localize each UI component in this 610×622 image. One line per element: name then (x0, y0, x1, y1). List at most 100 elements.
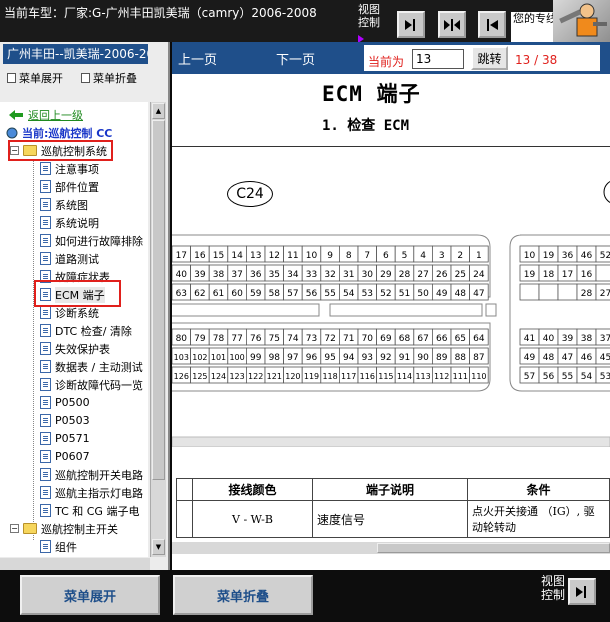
document-icon (40, 504, 51, 517)
pin-number: 40 (543, 334, 555, 344)
tree-item[interactable]: 部件位置 (40, 178, 99, 195)
scroll-up-icon[interactable]: ▲ (152, 103, 165, 119)
pin-number: 64 (473, 334, 485, 344)
tree-item-label: TC 和 CG 端子电 (55, 504, 140, 518)
tree-item[interactable]: 数据表 / 主动测试 (40, 358, 143, 375)
pin-number: 80 (176, 334, 188, 344)
table-cell: 速度信号 (312, 500, 468, 538)
pin-number: 30 (362, 270, 374, 280)
scroll-down-icon[interactable]: ▼ (152, 539, 165, 555)
table-header: 条件 (467, 478, 610, 501)
pin-number: 28 (581, 289, 593, 299)
tree-item[interactable]: 道路测试 (40, 250, 99, 267)
collapse-icon (81, 73, 90, 83)
menu-expand-button[interactable]: 菜单展开 (20, 575, 160, 615)
tree-item[interactable]: TC 和 CG 端子电 (40, 502, 139, 519)
pin-number: 35 (269, 270, 280, 280)
pin-number: 114 (397, 372, 412, 381)
tree-item-label: P0571 (55, 432, 90, 445)
document-horizontal-scrollbar[interactable] (172, 542, 610, 554)
pin-number: 101 (211, 353, 226, 362)
tree-item-label: 注意事项 (55, 162, 99, 176)
pin-number: 89 (436, 353, 448, 363)
tree-item[interactable]: P0503 (40, 412, 90, 429)
tree-item[interactable]: DTC 检查/ 清除 (40, 322, 132, 339)
pin-number: 53 (600, 372, 610, 382)
pin-cell (595, 264, 610, 282)
menu-collapse-button[interactable]: 菜单折叠 (173, 575, 313, 615)
menu-vertical-scrollbar[interactable]: ▲ ▼ (150, 102, 166, 557)
collapse-toggle-icon[interactable]: − (10, 524, 19, 533)
tip-text: 您的专线：00 (511, 12, 553, 42)
menu-panel: 广州丰田--凯美瑞-2006-20 菜单展开 菜单折叠 返回上一级 当前:巡航控… (0, 42, 170, 570)
pin-number: 16 (581, 270, 593, 280)
tree-item[interactable]: 系统说明 (40, 214, 99, 231)
pin-number: 76 (250, 334, 262, 344)
tree-item[interactable]: 系统图 (40, 196, 88, 213)
pin-number: 66 (436, 334, 448, 344)
menu-collapse-link[interactable]: 菜单折叠 (81, 70, 137, 86)
tree-item[interactable]: 失效保护表 (40, 340, 110, 357)
page-number-input[interactable] (412, 49, 464, 69)
tree-item[interactable]: 诊断故障代码一览 (40, 376, 143, 393)
tree-item[interactable]: 巡航主指示灯电路 (40, 484, 143, 501)
jump-button[interactable]: 跳转 (471, 46, 508, 70)
menu-expand-link[interactable]: 菜单展开 (7, 70, 63, 86)
view-control-label: 视图控制 (358, 3, 380, 29)
pin-number: 95 (324, 353, 335, 363)
pin-number: 48 (455, 289, 467, 299)
pin-number: 116 (360, 372, 375, 381)
pin-number: 63 (176, 289, 187, 299)
pin-number: 33 (306, 270, 317, 280)
pin-number: 4 (420, 251, 426, 261)
arrow-split-icon (444, 18, 460, 31)
pin-number: 57 (524, 372, 535, 382)
tree-item[interactable]: P0500 (40, 394, 90, 411)
next-page-link[interactable]: 下一页 (276, 49, 315, 68)
pin-number: 69 (380, 334, 392, 344)
arrow-right-bar-icon (576, 585, 586, 598)
document-icon (40, 360, 51, 373)
tree-item[interactable]: 巡航控制开关电路 (40, 466, 143, 483)
pin-number: 111 (453, 372, 468, 381)
menu-horizontal-scrollbar[interactable] (0, 558, 150, 570)
prev-page-link[interactable]: 上一页 (178, 49, 217, 68)
tree-folder-main-switch[interactable]: − 巡航控制主开关 (10, 520, 118, 537)
tree-item[interactable]: 如何进行故障排除 (40, 232, 143, 249)
pin-number: 61 (213, 289, 224, 299)
pin-number: 24 (473, 270, 485, 280)
menu-toolbar: 菜单展开 菜单折叠 (0, 70, 170, 88)
nav-right-button[interactable] (568, 578, 596, 605)
document-icon (40, 342, 51, 355)
pin-number: 124 (211, 372, 226, 381)
nav-split-button[interactable] (438, 11, 466, 38)
pin-number: 62 (194, 289, 205, 299)
nav-left-button[interactable] (478, 11, 506, 38)
pin-number: 17 (562, 270, 573, 280)
pin-number: 32 (324, 270, 335, 280)
pin-number: 121 (267, 372, 282, 381)
scroll-thumb[interactable] (377, 543, 610, 553)
tree-item-label: 巡航主指示灯电路 (55, 486, 143, 500)
document-icon (40, 450, 51, 463)
pin-number: 57 (287, 289, 298, 299)
table-cell: V - W-B (192, 500, 313, 538)
tree-item[interactable]: 注意事项 (40, 160, 99, 177)
pin-number: 78 (213, 334, 225, 344)
document-viewer: 上一页 下一页 当前为 跳转 13 / 38 ECM 端子 1. 检查 ECM … (172, 42, 610, 570)
pin-number: 90 (417, 353, 429, 363)
menu-collapse-label: 菜单折叠 (93, 72, 137, 85)
tree-item[interactable]: P0607 (40, 448, 90, 465)
tree-item[interactable]: P0571 (40, 430, 90, 447)
table-cell (176, 500, 193, 538)
tree-item[interactable]: 组件 (40, 538, 77, 555)
pin-number: 46 (581, 353, 593, 363)
connector-drawing: 17 16 15 14 13 12 11 10 9 8 7 6 5 4 3 2 140 39 38 37 36 35 34 3… (172, 181, 610, 447)
back-link[interactable]: 返回上一级 (8, 106, 83, 123)
nav-right-button[interactable] (397, 11, 425, 38)
scroll-thumb[interactable] (152, 120, 165, 480)
pin-number: 16 (194, 251, 206, 261)
pin-number: 39 (562, 334, 574, 344)
back-arrow-icon (9, 109, 23, 120)
pin-number: 67 (417, 334, 428, 344)
